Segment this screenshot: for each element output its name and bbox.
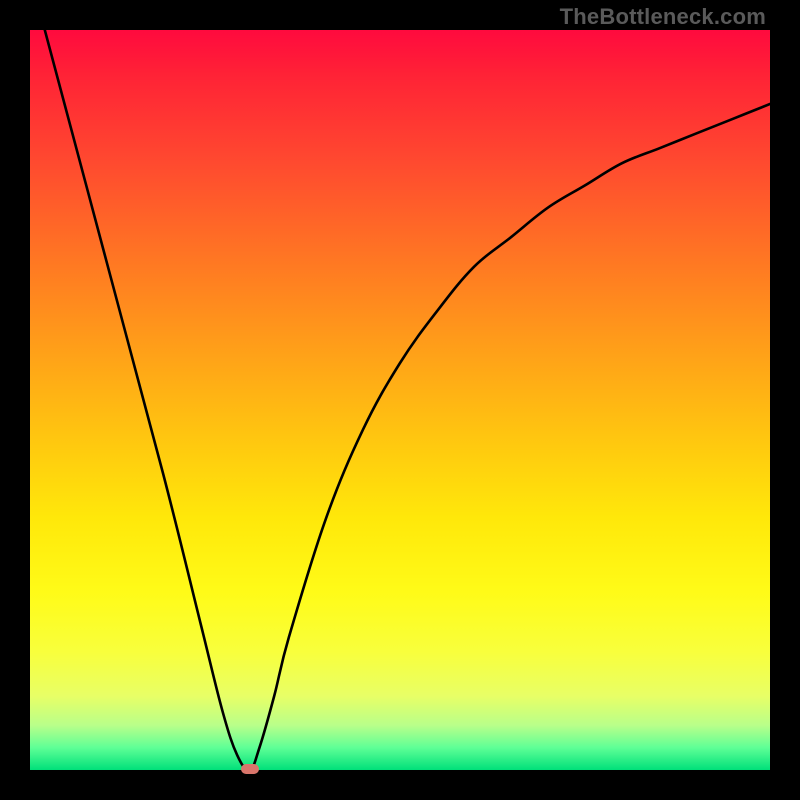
min-marker-icon [241, 764, 259, 774]
watermark-label: TheBottleneck.com [560, 4, 766, 30]
chart-frame: TheBottleneck.com [0, 0, 800, 800]
bottleneck-curve [30, 30, 770, 770]
